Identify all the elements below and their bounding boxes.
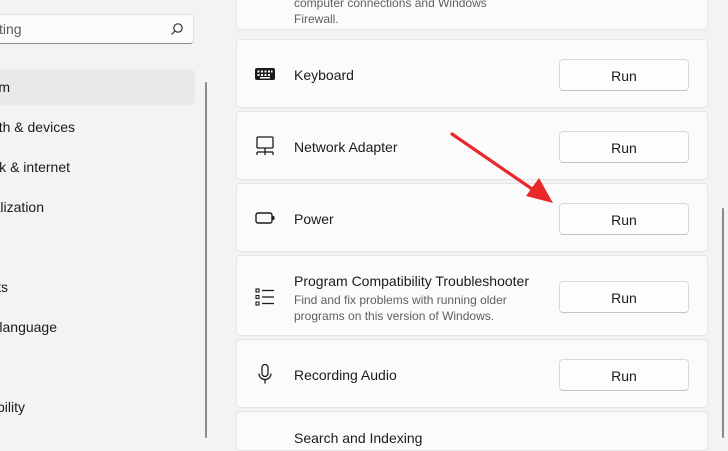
network-adapter-icon: [256, 136, 274, 155]
nav-item-personalization[interactable]: onalization: [0, 189, 195, 225]
search-icon[interactable]: [170, 22, 184, 36]
nav-item-label: em: [0, 79, 10, 95]
microphone-icon: [258, 363, 272, 384]
troubleshooter-card-keyboard: Keyboard Run: [236, 39, 708, 108]
settings-nav-pane: em tooth & devices work & internet onali…: [0, 0, 212, 438]
run-program-compatibility-button[interactable]: Run: [559, 281, 689, 313]
nav-item-label: unts: [0, 279, 8, 295]
nav-item-label: tooth & devices: [0, 119, 75, 135]
run-power-button[interactable]: Run: [559, 203, 689, 235]
list-icon: [255, 288, 274, 306]
nav-item-accessibility[interactable]: ssibility: [0, 389, 195, 425]
run-recording-audio-button[interactable]: Run: [559, 359, 689, 391]
troubleshooter-title: Recording Audio: [294, 367, 397, 383]
troubleshooter-title: Network Adapter: [294, 139, 398, 155]
nav-item-label: onalization: [0, 199, 44, 215]
troubleshooter-card-power: Power Run: [236, 183, 708, 252]
troubleshooter-desc: computer connections and Windows: [294, 0, 487, 10]
run-network-adapter-button[interactable]: Run: [559, 131, 689, 163]
search-input[interactable]: [0, 15, 169, 43]
nav-item-bluetooth-devices[interactable]: tooth & devices: [0, 109, 195, 145]
nav-item-label: & language: [0, 319, 57, 335]
troubleshooter-title: Search and Indexing: [294, 430, 423, 446]
troubleshooter-card-partial: computer connections and Windows Firewal…: [236, 0, 708, 30]
troubleshooter-desc: Firewall.: [294, 12, 339, 26]
troubleshooter-title: Keyboard: [294, 67, 354, 83]
troubleshooter-title: Program Compatibility Troubleshooter: [294, 273, 529, 289]
nav-item-gaming[interactable]: ing: [0, 349, 195, 385]
troubleshooter-desc: programs on this version of Windows.: [294, 309, 495, 323]
troubleshooter-card-program-compatibility: Program Compatibility Troubleshooter Fin…: [236, 255, 708, 336]
troubleshooter-card-recording-audio: Recording Audio Run: [236, 339, 708, 408]
nav-item-label: ssibility: [0, 399, 25, 415]
content-scrollbar[interactable]: [722, 208, 724, 438]
nav-scrollbar[interactable]: [205, 82, 207, 438]
run-keyboard-button[interactable]: Run: [559, 59, 689, 91]
keyboard-icon: [255, 68, 275, 80]
battery-icon: [255, 212, 275, 224]
nav-item-system[interactable]: em: [0, 69, 195, 105]
nav-item-accounts[interactable]: unts: [0, 269, 195, 305]
nav-item-label: work & internet: [0, 159, 70, 175]
nav-item-time-language[interactable]: & language: [0, 309, 195, 345]
settings-search-box[interactable]: [0, 14, 194, 44]
troubleshooter-desc: Find and fix problems with running older: [294, 293, 507, 307]
troubleshooter-card-network-adapter: Network Adapter Run: [236, 111, 708, 180]
nav-item-apps[interactable]: s: [0, 229, 195, 265]
troubleshooter-title: Power: [294, 211, 334, 227]
nav-item-network-internet[interactable]: work & internet: [0, 149, 195, 185]
troubleshooter-card-search-indexing: Search and Indexing: [236, 411, 708, 451]
